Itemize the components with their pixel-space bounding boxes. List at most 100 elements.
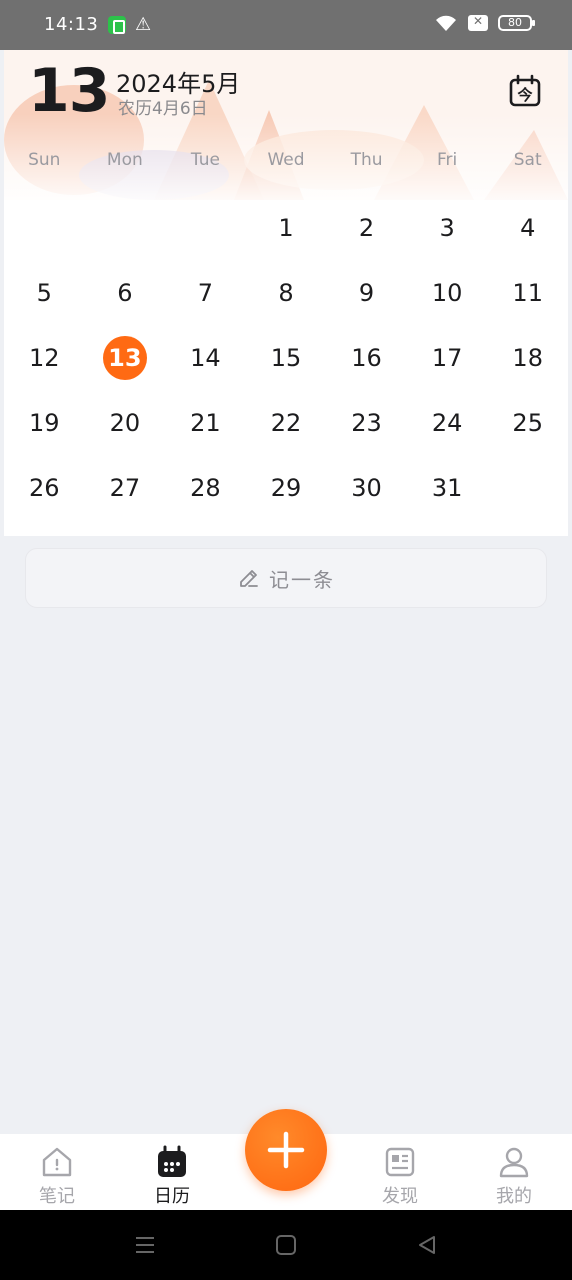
pencil-icon [240, 570, 258, 587]
day-number: 23 [351, 409, 382, 437]
weekday-label: Mon [106, 150, 143, 170]
nav-label: 我的 [496, 1186, 532, 1207]
day-number: 1 [278, 214, 294, 242]
nav-item-discover[interactable]: 发现 [360, 1144, 440, 1208]
add-note-label: 记一条 [269, 567, 335, 592]
day-cell[interactable]: 28 [165, 456, 246, 521]
weekday-header: Sun Mon Tue Wed Thu Fri Sat [4, 150, 568, 174]
day-cell[interactable]: 7 [165, 261, 246, 326]
day-cell[interactable]: 6 [85, 261, 166, 326]
discover-icon [385, 1147, 415, 1177]
day-cell[interactable]: 27 [85, 456, 166, 521]
day-number: 5 [36, 279, 52, 307]
nav-label: 日历 [154, 1186, 190, 1207]
day-number: 30 [351, 474, 382, 502]
day-number: 21 [190, 409, 221, 437]
day-number: 22 [270, 409, 302, 437]
weekday-label: Fri [437, 150, 458, 170]
day-number: 2 [358, 214, 375, 242]
day-cell[interactable]: 30 [326, 456, 407, 521]
day-number: 29 [270, 474, 302, 502]
day-cell[interactable]: 22 [246, 391, 327, 456]
day-number: 9 [358, 279, 375, 307]
day-cell[interactable]: 31 [407, 456, 488, 521]
day-cell[interactable]: 21 [165, 391, 246, 456]
empty-day-cell [85, 196, 166, 261]
day-cell[interactable]: 8 [246, 261, 327, 326]
weekday-label: Wed [267, 150, 305, 170]
day-number: 26 [29, 474, 60, 502]
nav-item-notes[interactable]: 笔记 [17, 1144, 97, 1208]
day-cell[interactable]: 15 [246, 326, 327, 391]
menu-icon[interactable] [134, 1234, 156, 1256]
weekday-label: Sun [28, 150, 61, 170]
notes-home-icon [42, 1147, 72, 1177]
day-number: 14 [190, 344, 221, 372]
day-cell[interactable]: 5 [4, 261, 85, 326]
day-cell[interactable]: 3 [407, 196, 488, 261]
day-cell[interactable]: 26 [4, 456, 85, 521]
day-cell[interactable]: 14 [165, 326, 246, 391]
day-cell[interactable]: 25 [487, 391, 568, 456]
empty-day-cell [4, 196, 85, 261]
nav-item-profile[interactable]: 我的 [474, 1144, 554, 1208]
day-number: 11 [512, 279, 543, 307]
status-icons: 80 [434, 13, 535, 33]
back-icon[interactable] [416, 1234, 438, 1256]
calendar-today-icon[interactable]: 今 [508, 74, 542, 108]
app-notification-icon [108, 16, 126, 34]
day-cell[interactable]: 2 [326, 196, 407, 261]
day-cell[interactable]: 1 [246, 196, 327, 261]
day-number: 16 [351, 344, 382, 372]
day-number: 25 [512, 409, 543, 437]
battery-icon: 80 [498, 15, 535, 31]
weekday-label: Sat [513, 150, 542, 170]
day-cell[interactable]: 13 [85, 326, 166, 391]
today-icon-glyph: 今 [516, 86, 532, 104]
day-cell[interactable]: 29 [246, 456, 327, 521]
days-grid: 1 2 3 4 5 6 7 8 9 10 11 12 13 14 15 16 17 18 19 20 21 22 23 24 2… [4, 196, 568, 521]
home-icon[interactable] [275, 1234, 297, 1256]
day-number: 8 [278, 279, 294, 307]
day-cell[interactable]: 12 [4, 326, 85, 391]
day-cell[interactable]: 23 [326, 391, 407, 456]
nav-label: 发现 [382, 1186, 418, 1207]
day-number: 31 [431, 474, 463, 502]
day-number: 15 [270, 344, 302, 372]
day-number: 18 [512, 344, 543, 372]
day-cell[interactable]: 10 [407, 261, 488, 326]
day-number: 17 [431, 344, 463, 372]
day-number: 12 [29, 344, 60, 372]
day-number: 3 [439, 214, 455, 242]
day-cell[interactable]: 9 [326, 261, 407, 326]
day-number: 27 [109, 474, 141, 502]
day-cell[interactable]: 17 [407, 326, 488, 391]
add-button[interactable] [245, 1109, 327, 1191]
day-cell[interactable]: 4 [487, 196, 568, 261]
day-cell[interactable]: 19 [4, 391, 85, 456]
day-number: 6 [117, 279, 133, 307]
day-cell[interactable]: 16 [326, 326, 407, 391]
nav-label: 笔记 [39, 1186, 75, 1207]
calendar-card: 13 2024年5月 农历4月6日 今 Sun Mon Tue Wed Thu … [4, 50, 568, 536]
wifi-icon [436, 15, 456, 31]
nav-item-calendar[interactable]: 日历 [132, 1144, 212, 1208]
profile-icon [499, 1147, 529, 1178]
day-number: 10 [431, 279, 463, 307]
day-number: 4 [520, 214, 536, 242]
system-nav-bar [0, 1210, 572, 1280]
day-cell[interactable]: 18 [487, 326, 568, 391]
day-number: 7 [197, 279, 214, 307]
add-note-button[interactable]: 记一条 [25, 548, 547, 608]
day-number: 24 [431, 409, 463, 437]
plus-icon [267, 1131, 305, 1169]
calendar-icon [158, 1145, 186, 1177]
status-time: 14:13 [44, 14, 99, 35]
empty-day-cell [487, 456, 568, 521]
status-bar: 14:13 ⚠ 80 [0, 0, 572, 50]
day-number: 20 [109, 409, 141, 437]
day-cell[interactable]: 20 [85, 391, 166, 456]
selected-day: 13 [102, 336, 147, 380]
day-cell[interactable]: 11 [487, 261, 568, 326]
day-cell[interactable]: 24 [407, 391, 488, 456]
